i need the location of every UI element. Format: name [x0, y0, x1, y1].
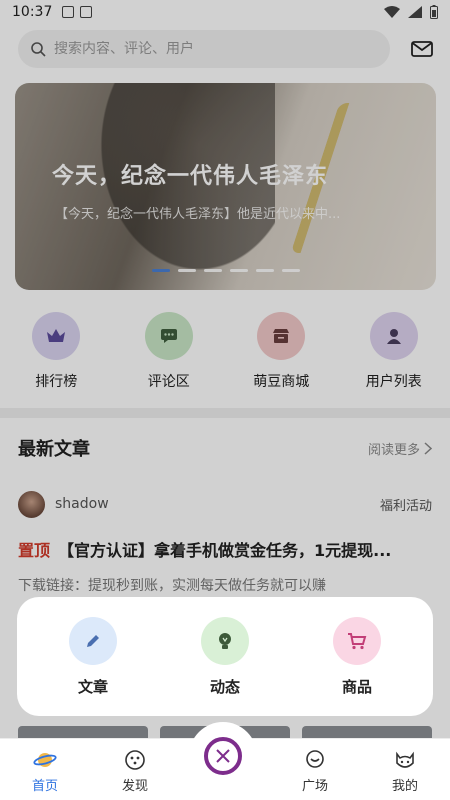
chat-bubble-icon	[306, 750, 324, 768]
tab-home[interactable]: 首页	[0, 739, 90, 800]
publish-item-label: 文章	[77, 677, 108, 696]
cat-face-icon	[396, 751, 414, 768]
publish-moment-button[interactable]: 动态	[159, 616, 291, 697]
cart-icon	[333, 616, 381, 665]
tab-label: 首页	[31, 779, 58, 794]
publish-menu: 文章 动态 商品	[17, 597, 433, 716]
tab-label: 我的	[391, 779, 418, 794]
gamepad-icon	[125, 750, 145, 770]
pencil-icon	[69, 616, 117, 665]
close-icon	[216, 749, 230, 763]
close-publish-button[interactable]	[204, 737, 242, 775]
bulb-icon	[201, 616, 249, 665]
tab-square[interactable]: 广场	[270, 739, 360, 800]
tab-discover[interactable]: 发现	[90, 739, 180, 800]
publish-product-button[interactable]: 商品	[291, 616, 423, 697]
publish-item-label: 动态	[209, 677, 240, 696]
tab-profile[interactable]: 我的	[360, 739, 450, 800]
center-button-wrap	[189, 722, 257, 790]
tab-label: 发现	[121, 779, 148, 794]
publish-article-button[interactable]: 文章	[27, 616, 159, 697]
planet-icon	[33, 753, 57, 767]
publish-item-label: 商品	[341, 677, 372, 696]
tab-label: 广场	[301, 779, 328, 794]
